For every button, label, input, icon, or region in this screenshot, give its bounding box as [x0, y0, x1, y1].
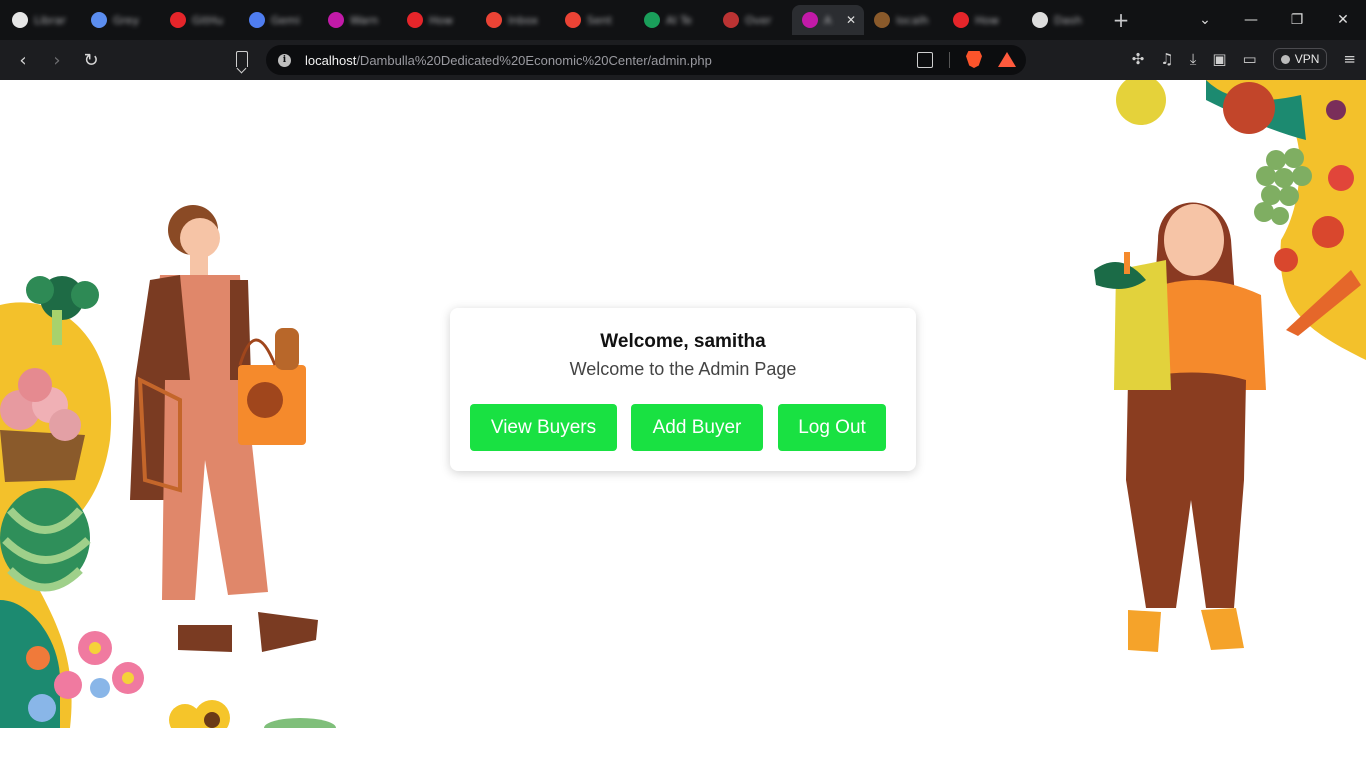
browser-tab[interactable]: Gemi [239, 5, 318, 35]
media-icon[interactable]: ♫ [1160, 50, 1173, 68]
sidebar-icon[interactable]: ▣ [1212, 50, 1226, 68]
vpn-label: VPN [1294, 52, 1320, 66]
tab-favicon-icon [12, 12, 28, 28]
tab-favicon-icon [565, 12, 581, 28]
download-icon[interactable]: ⤓ [1190, 50, 1197, 68]
tab-favicon-icon [170, 12, 186, 28]
tab-favicon-icon [328, 12, 344, 28]
share-icon[interactable] [917, 51, 933, 68]
wallet-icon[interactable]: ▭ [1243, 50, 1257, 68]
tab-title: Over [745, 13, 772, 27]
close-window-icon[interactable]: ✕ [1320, 12, 1366, 28]
restore-icon[interactable]: ❐ [1274, 12, 1320, 28]
close-tab-icon[interactable]: ✕ [846, 13, 856, 27]
divider [949, 51, 950, 68]
left-illustration [0, 205, 336, 728]
browser-tab[interactable]: Over [713, 5, 792, 35]
vpn-status-icon [1280, 54, 1290, 64]
tab-title: How [429, 13, 453, 27]
site-info-icon[interactable]: i [278, 53, 291, 67]
brave-shields-icon[interactable] [966, 51, 982, 68]
window-controls: ⌄ — ❐ ✕ [1182, 0, 1366, 40]
tab-favicon-icon [407, 12, 423, 28]
tab-favicon-icon [1032, 12, 1048, 28]
browser-tab[interactable]: Dash [1022, 5, 1101, 35]
minimize-icon[interactable]: — [1228, 12, 1274, 28]
vpn-button[interactable]: VPN [1272, 48, 1328, 70]
tab-favicon-icon [723, 12, 739, 28]
browser-tab[interactable]: Grey [81, 5, 160, 35]
welcome-card: Welcome, samitha Welcome to the Admin Pa… [450, 308, 916, 471]
log-out-button[interactable]: Log Out [778, 404, 886, 451]
tab-title: A [824, 13, 832, 27]
browser-tab[interactable]: GitHu [160, 5, 239, 35]
forward-icon[interactable]: › [40, 50, 74, 71]
tab-title: Inbox [508, 13, 539, 27]
tab-title: Warn [350, 13, 379, 27]
browser-toolbar: ‹ › ↻ i localhost/Dambulla%20Dedicated%2… [0, 40, 1366, 80]
brave-rewards-icon[interactable] [998, 52, 1016, 67]
tab-favicon-icon [953, 12, 969, 28]
welcome-title: Welcome, samitha [600, 331, 766, 352]
menu-icon[interactable]: ≡ [1343, 50, 1356, 68]
tab-favicon-icon [802, 12, 818, 28]
tab-search-icon[interactable]: ⌄ [1182, 12, 1228, 28]
browser-tab[interactable]: How [397, 5, 476, 35]
tab-favicon-icon [874, 12, 890, 28]
tab-favicon-icon [91, 12, 107, 28]
tab-favicon-icon [486, 12, 502, 28]
address-bar[interactable]: i localhost/Dambulla%20Dedicated%20Econo… [266, 45, 1026, 75]
browser-tab[interactable]: Warn [318, 5, 397, 35]
tab-title: Librar [34, 13, 66, 27]
reload-icon[interactable]: ↻ [74, 50, 108, 71]
tab-strip: Librar Grey GitHu Gemi Warn How Inbox Sent AI Te… [0, 0, 1366, 40]
tab-favicon-icon [249, 12, 265, 28]
tab-favicon-icon [644, 12, 660, 28]
browser-tab[interactable]: Sent [555, 5, 634, 35]
tab-title: Grey [113, 13, 140, 27]
right-illustration [1094, 80, 1366, 652]
page: Welcome, samitha Welcome to the Admin Pa… [0, 80, 1366, 728]
url-host: localhost [305, 52, 357, 68]
extensions-icon[interactable]: ✣ [1132, 50, 1145, 68]
action-buttons: View Buyers Add Buyer Log Out [470, 404, 886, 451]
back-icon[interactable]: ‹ [6, 50, 40, 71]
browser-tab[interactable]: How [943, 5, 1022, 35]
bookmark-icon[interactable] [236, 51, 248, 67]
view-buyers-button[interactable]: View Buyers [470, 404, 617, 451]
page-bottom-area [0, 728, 1366, 768]
url-text[interactable]: localhost/Dambulla%20Dedicated%20Economi… [305, 53, 712, 68]
tab-list: Librar Grey GitHu Gemi Warn How Inbox Sent AI Te… [0, 0, 1101, 40]
new-tab-icon[interactable]: + [1111, 8, 1131, 32]
tab-title: localh [896, 13, 929, 27]
add-buyer-button[interactable]: Add Buyer [631, 404, 763, 451]
browser-tab[interactable]: Inbox [476, 5, 555, 35]
tab-title: How [975, 13, 999, 27]
browser-tab[interactable]: A ✕ [792, 5, 864, 35]
tab-title: GitHu [192, 13, 224, 27]
url-path: /Dambulla%20Dedicated%20Economic%20Cente… [356, 52, 712, 68]
browser-tab[interactable]: Librar [2, 5, 81, 35]
tab-title: AI Te [666, 13, 692, 27]
welcome-subtitle: Welcome to the Admin Page [569, 359, 797, 379]
tab-title: Dash [1054, 13, 1082, 27]
tab-title: Sent [587, 13, 613, 27]
browser-tab[interactable]: AI Te [634, 5, 713, 35]
tab-title: Gemi [271, 13, 301, 27]
browser-tab[interactable]: localh [864, 5, 943, 35]
